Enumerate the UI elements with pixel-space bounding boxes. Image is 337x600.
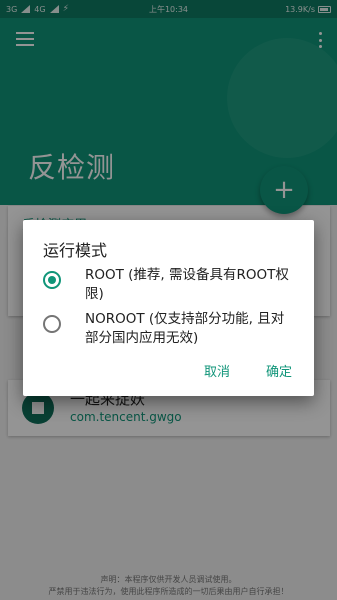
radio-checked-icon[interactable] xyxy=(43,271,61,289)
confirm-button[interactable]: 确定 xyxy=(260,361,298,380)
option-label: ROOT (推荐, 需设备具有ROOT权限) xyxy=(85,267,289,302)
radio-unchecked-icon[interactable] xyxy=(43,315,61,333)
option-noroot[interactable]: NOROOT (仅支持部分功能, 且对部分国内应用无效) xyxy=(43,310,295,348)
option-label: NOROOT (仅支持部分功能, 且对部分国内应用无效) xyxy=(85,311,285,346)
run-mode-dialog: 运行模式 ROOT (推荐, 需设备具有ROOT权限) NOROOT (仅支持部… xyxy=(23,220,314,396)
dialog-title: 运行模式 xyxy=(43,241,108,260)
dialog-actions: 取消 确定 xyxy=(198,361,298,380)
cancel-button[interactable]: 取消 xyxy=(198,361,236,380)
option-root[interactable]: ROOT (推荐, 需设备具有ROOT权限) xyxy=(43,266,295,304)
